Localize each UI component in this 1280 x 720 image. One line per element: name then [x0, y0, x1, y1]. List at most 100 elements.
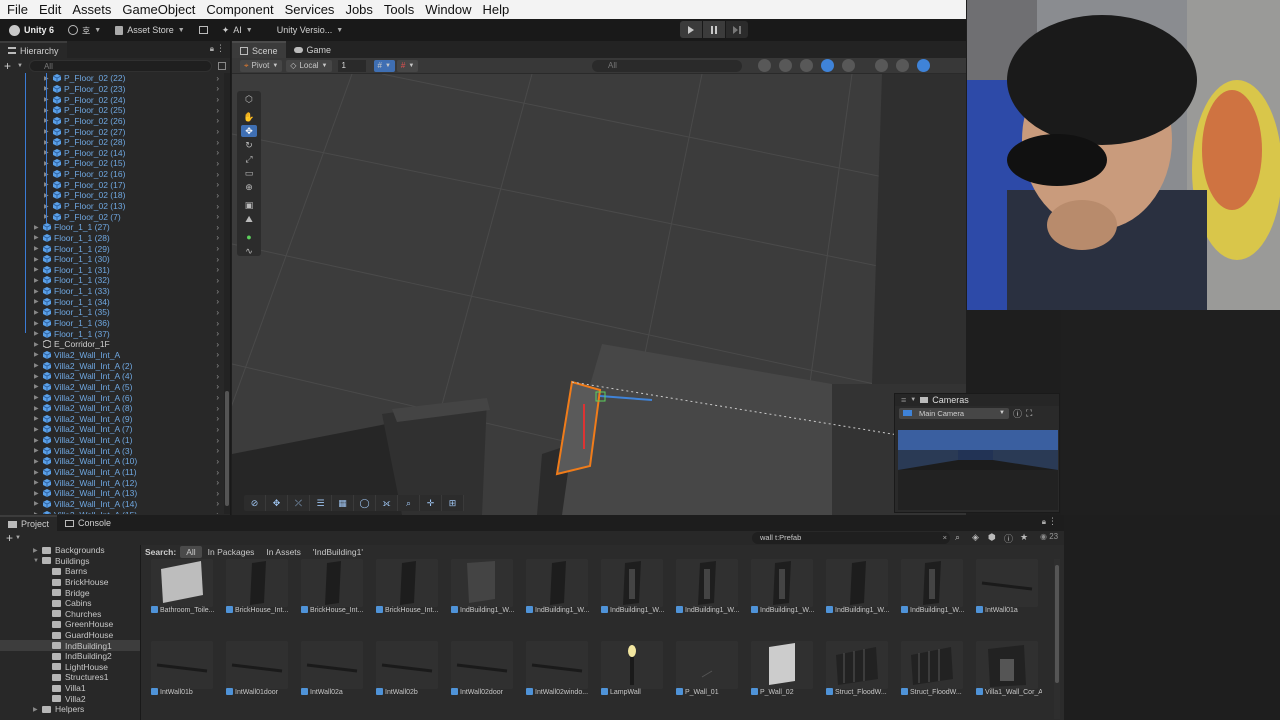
open-prefab-icon[interactable]: › — [216, 297, 219, 306]
hierarchy-item[interactable]: ▶ Villa2_Wall_Int_A (8) › — [0, 403, 225, 414]
hierarchy-item[interactable]: ▶P_Floor_02 (14)› — [0, 147, 225, 158]
menu-item-edit[interactable]: Edit — [35, 0, 65, 19]
asset-item[interactable]: BrickHouse_Int... — [301, 559, 367, 639]
open-prefab-icon[interactable]: › — [216, 170, 219, 179]
folder-item[interactable]: BrickHouse — [0, 577, 140, 588]
asset-item[interactable]: P_Wall_01 — [676, 641, 742, 720]
info-icon[interactable]: ⓘ — [1013, 407, 1022, 420]
type-filter-icon[interactable]: ◈ — [972, 532, 979, 543]
folder-item[interactable]: Barns — [0, 566, 140, 577]
asset-item[interactable]: IndBuilding1_W... — [601, 559, 667, 639]
expand-arrow-icon[interactable]: ▶ — [34, 362, 39, 369]
scene-orientation-icon[interactable]: ⬡ — [241, 93, 257, 105]
menu-item-jobs[interactable]: Jobs — [341, 0, 376, 19]
open-prefab-icon[interactable]: › — [216, 244, 219, 253]
hierarchy-item[interactable]: ▶ Floor_1_1 (31) › — [0, 265, 225, 276]
expand-arrow-icon[interactable]: ▶ — [34, 341, 39, 348]
frame-icon[interactable]: ⛶ — [1026, 408, 1032, 419]
expand-arrow-icon[interactable]: ▶ — [34, 415, 39, 422]
tab-console[interactable]: Console — [57, 515, 119, 531]
asset-item[interactable]: IndBuilding1_W... — [901, 559, 967, 639]
scale-tool-icon[interactable]: ⤢ — [241, 153, 257, 165]
overlay-tool-icon[interactable]: ☰ — [310, 495, 332, 511]
info-icon[interactable]: ⓘ — [1004, 532, 1013, 545]
spline-tool-icon[interactable]: ∿ — [241, 245, 257, 257]
open-prefab-icon[interactable]: › — [216, 404, 219, 413]
snap-increment-dropdown[interactable]: # ▼ — [396, 59, 419, 72]
asset-item[interactable]: IntWall02windo... — [526, 641, 592, 720]
draw-mode-icon[interactable] — [779, 59, 792, 72]
effects-icon[interactable] — [842, 59, 855, 72]
hierarchy-item[interactable]: ▶ Floor_1_1 (33) › — [0, 286, 225, 297]
asset-item[interactable]: IndBuilding1_W... — [676, 559, 742, 639]
account-dropdown[interactable]: 호 ▼ — [63, 21, 106, 39]
folder-item[interactable]: GreenHouse — [0, 619, 140, 630]
tools-icon[interactable] — [896, 59, 909, 72]
open-prefab-icon[interactable]: › — [216, 138, 219, 147]
folder-item[interactable]: Villa2 — [0, 693, 140, 704]
open-prefab-icon[interactable]: › — [216, 382, 219, 391]
menu-item-help[interactable]: Help — [479, 0, 514, 19]
local-dropdown[interactable]: ◇ Local ▼ — [286, 59, 332, 72]
label-filter-icon[interactable]: ⬢ — [988, 532, 996, 543]
layout-button[interactable] — [194, 21, 213, 39]
asset-item[interactable]: BrickHouse_Int... — [376, 559, 442, 639]
overlay-tool-icon[interactable]: ⟗ — [376, 495, 398, 511]
open-prefab-icon[interactable]: › — [216, 74, 219, 83]
search-scope-chip[interactable]: All — [180, 546, 202, 558]
expand-arrow-icon[interactable]: ▶ — [34, 351, 39, 358]
expand-arrow-icon[interactable]: ▶ — [34, 256, 39, 263]
expand-arrow-icon[interactable]: ▶ — [34, 320, 39, 327]
orientation-icon[interactable] — [917, 59, 930, 72]
hierarchy-item[interactable]: ▶P_Floor_02 (26)› — [0, 116, 225, 127]
folder-item[interactable]: LightHouse — [0, 662, 140, 673]
hierarchy-item[interactable]: ▶ Floor_1_1 (34) › — [0, 296, 225, 307]
more-options-icon[interactable]: ⋮ — [1048, 516, 1057, 527]
hierarchy-item[interactable]: ▶ Villa2_Wall_Int_A (12) › — [0, 477, 225, 488]
hierarchy-item[interactable]: ▶P_Floor_02 (13)› — [0, 201, 225, 212]
menu-item-assets[interactable]: Assets — [68, 0, 115, 19]
expand-arrow-icon[interactable]: ▶ — [33, 706, 38, 713]
overlay-tool-icon[interactable]: ▦ — [332, 495, 354, 511]
asset-scrollbar[interactable] — [1054, 559, 1060, 719]
move-tool-icon[interactable]: ✥ — [241, 125, 257, 137]
asset-store-button[interactable]: Asset Store ▼ — [110, 21, 189, 39]
open-prefab-icon[interactable]: › — [216, 265, 219, 274]
expand-arrow-icon[interactable]: ▶ — [34, 245, 39, 252]
hierarchy-scrollbar[interactable] — [224, 73, 230, 514]
expand-arrow-icon[interactable]: ▶ — [34, 490, 39, 497]
expand-arrow-icon[interactable]: ▶ — [34, 298, 39, 305]
folder-item[interactable]: ▶ Helpers — [0, 704, 140, 715]
chevron-down-icon[interactable]: ▼ — [910, 397, 916, 403]
expand-arrow-icon[interactable]: ▶ — [34, 426, 39, 433]
lock-icon[interactable]: 🔒︎ — [1042, 517, 1046, 527]
open-prefab-icon[interactable]: › — [216, 319, 219, 328]
hierarchy-item[interactable]: ▶ Villa2_Wall_Int_A (15) › — [0, 509, 225, 514]
open-prefab-icon[interactable]: › — [216, 180, 219, 189]
overlay-tool-icon[interactable]: ✛ — [420, 495, 442, 511]
ai-dropdown[interactable]: ✦ AI ▼ — [217, 21, 258, 39]
open-prefab-icon[interactable]: › — [216, 489, 219, 498]
asset-item[interactable]: IndBuilding1_W... — [451, 559, 517, 639]
expand-arrow-icon[interactable]: ▶ — [34, 383, 39, 390]
probuilder-tool-icon[interactable]: ⛰ — [241, 213, 257, 225]
folder-item[interactable]: GuardHouse — [0, 630, 140, 641]
hierarchy-item[interactable]: ▶ Villa2_Wall_Int_A (10) › — [0, 456, 225, 467]
folder-item[interactable]: Villa1 — [0, 683, 140, 694]
open-prefab-icon[interactable]: › — [216, 212, 219, 221]
hierarchy-item[interactable]: ▶P_Floor_02 (7)› — [0, 211, 225, 222]
step-button[interactable] — [726, 21, 748, 38]
tab-scene[interactable]: Scene — [232, 41, 286, 58]
asset-item[interactable]: Villa1_Wall_Cor_A — [976, 641, 1042, 720]
open-prefab-icon[interactable]: › — [216, 276, 219, 285]
drag-handle-icon[interactable]: ≡ — [901, 395, 906, 405]
open-prefab-icon[interactable]: › — [216, 436, 219, 445]
pause-button[interactable] — [703, 21, 725, 38]
open-prefab-icon[interactable]: › — [216, 287, 219, 296]
menu-item-window[interactable]: Window — [421, 0, 475, 19]
project-search-input[interactable]: wall t:Prefab × — [752, 532, 950, 544]
hierarchy-item[interactable]: ▶ Villa2_Wall_Int_A (11) › — [0, 467, 225, 478]
folder-item[interactable]: ▼ Buildings — [0, 556, 140, 567]
search-options-icon[interactable] — [218, 61, 226, 70]
open-prefab-icon[interactable]: › — [216, 233, 219, 242]
